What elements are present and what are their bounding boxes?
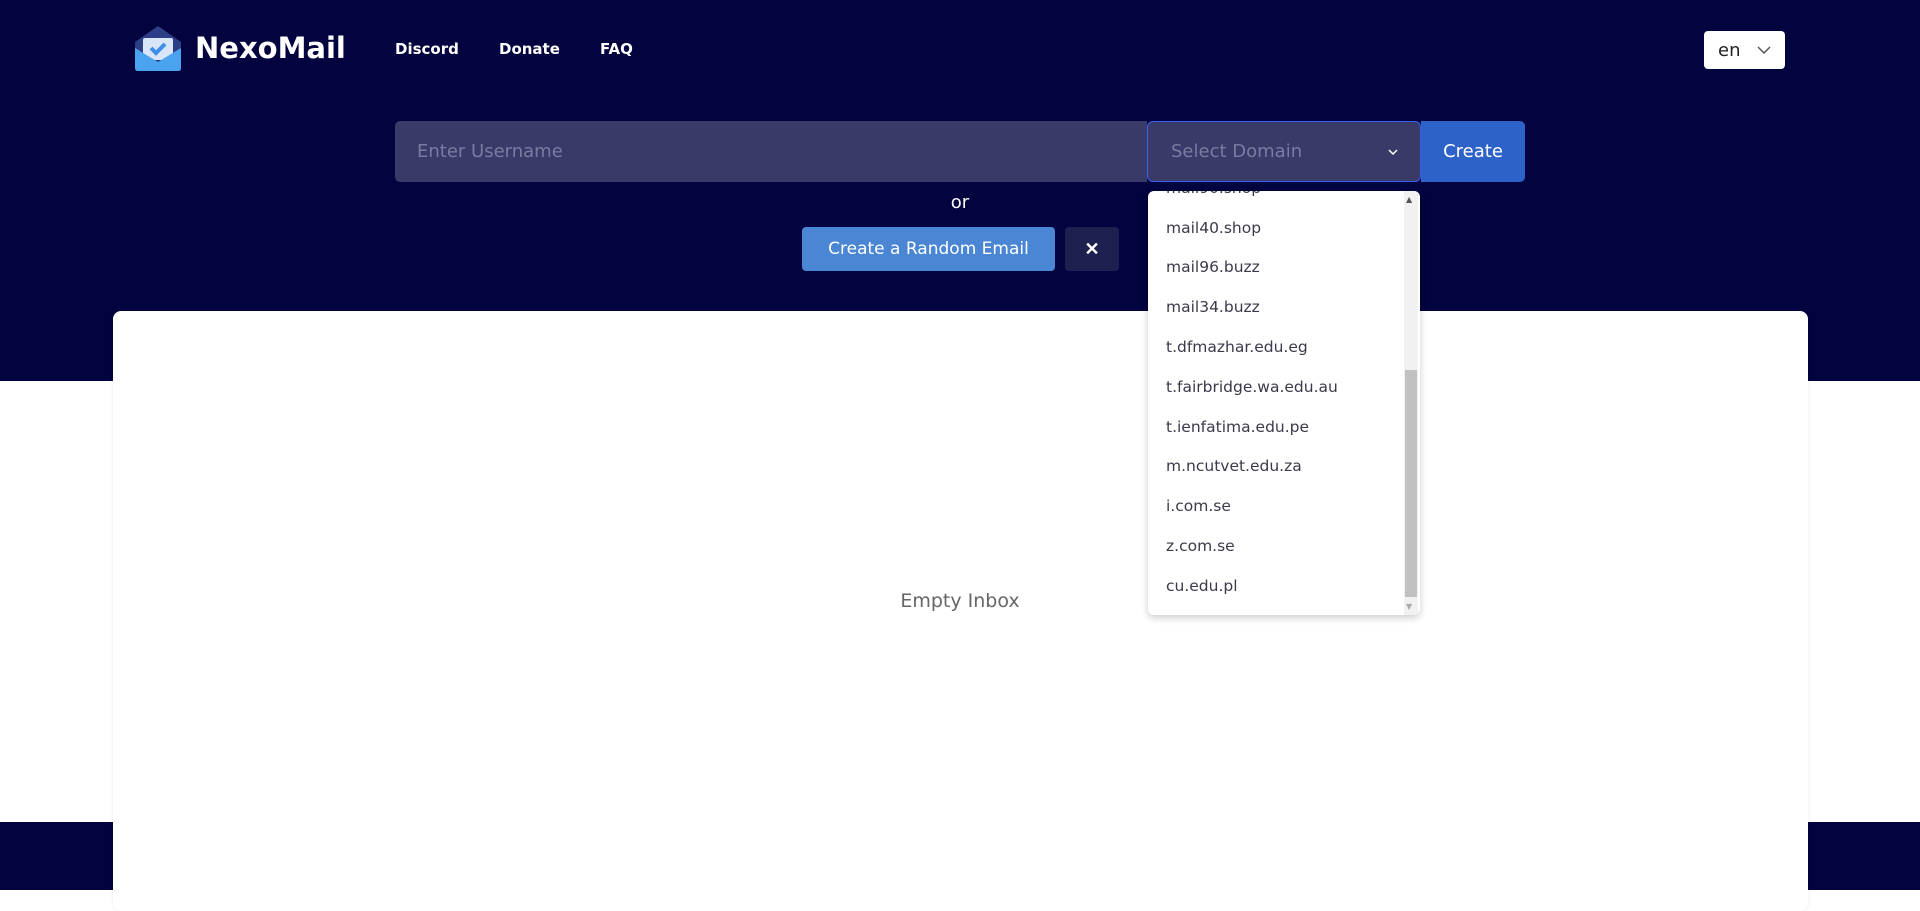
chevron-down-icon <box>1388 148 1398 155</box>
domain-option[interactable]: t.fairbridge.wa.edu.au <box>1148 367 1404 407</box>
clear-button[interactable]: ✕ <box>1065 227 1119 271</box>
scrollbar[interactable]: ▲ ▼ <box>1404 191 1418 615</box>
empty-inbox-label: Empty Inbox <box>900 590 1020 612</box>
create-email-form: Select Domain Create <box>395 121 1525 182</box>
brand-name: NexoMail <box>195 31 346 65</box>
or-separator: or <box>950 192 970 213</box>
nav-faq[interactable]: FAQ <box>600 40 633 58</box>
create-button[interactable]: Create <box>1421 121 1525 182</box>
domain-option[interactable]: mail40.shop <box>1148 208 1404 248</box>
chevron-down-icon <box>1757 46 1771 54</box>
domain-placeholder: Select Domain <box>1171 141 1303 162</box>
logo[interactable]: NexoMail <box>133 24 346 72</box>
domain-select[interactable]: Select Domain <box>1147 121 1421 182</box>
domain-option[interactable]: mail34.buzz <box>1148 287 1404 327</box>
nav-donate[interactable]: Donate <box>499 40 560 58</box>
username-input[interactable] <box>395 121 1147 182</box>
domain-option[interactable]: z.com.se <box>1148 526 1404 566</box>
domain-option[interactable]: m.ncutvet.edu.za <box>1148 447 1404 487</box>
domain-option[interactable]: mail96.buzz <box>1148 248 1404 288</box>
scroll-up-icon[interactable]: ▲ <box>1406 195 1412 204</box>
language-value: en <box>1718 39 1741 61</box>
domain-dropdown: mail90.shopmail40.shopmail96.buzzmail34.… <box>1148 191 1420 615</box>
scrollbar-thumb[interactable] <box>1405 370 1417 597</box>
random-email-button[interactable]: Create a Random Email <box>802 227 1055 271</box>
envelope-check-icon <box>135 26 181 71</box>
nav-discord[interactable]: Discord <box>395 40 459 58</box>
scroll-down-icon[interactable]: ▼ <box>1406 602 1412 611</box>
domain-option[interactable]: i.com.se <box>1148 486 1404 526</box>
domain-option[interactable]: t.ienfatima.edu.pe <box>1148 407 1404 447</box>
language-select[interactable]: en <box>1704 31 1785 69</box>
domain-option[interactable]: cu.edu.pl <box>1148 566 1404 606</box>
domain-option[interactable]: mail90.shop <box>1148 191 1404 208</box>
domain-option[interactable]: t.dfmazhar.edu.eg <box>1148 327 1404 367</box>
